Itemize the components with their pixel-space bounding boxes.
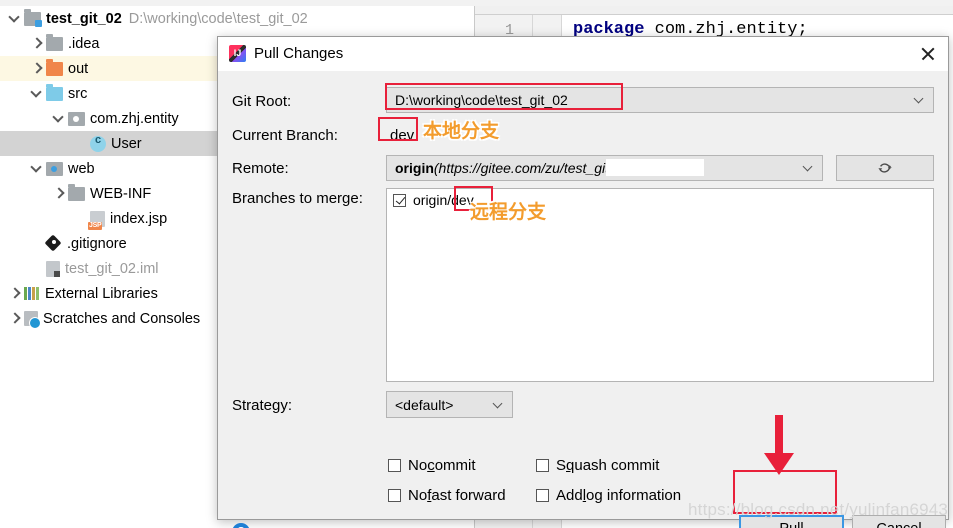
branch-list-item[interactable]: origin/dev: [387, 189, 933, 211]
folder-gray-icon: [68, 183, 85, 201]
checkbox-no-fast-forward[interactable]: No f ast forward: [388, 487, 506, 504]
dialog-title: Pull Changes: [254, 45, 344, 62]
checkbox-label-post: ommit: [434, 457, 476, 474]
checkbox-label-pre: No: [408, 487, 428, 504]
tree-item-label: .gitignore: [67, 235, 127, 252]
chevron-down-icon[interactable]: [30, 87, 43, 100]
git-root-label: Git Root:: [232, 93, 292, 110]
tree-item-label: src: [68, 85, 88, 102]
tree-item-label: .idea: [68, 35, 100, 52]
chevron-down-icon[interactable]: [8, 12, 21, 25]
tree-row[interactable]: test_git_02 D:\working\code\test_git_02: [0, 6, 474, 31]
tree-item-label: out: [68, 60, 89, 77]
cls-icon: [90, 134, 106, 152]
checkbox-add-log-information[interactable]: Add l og information: [536, 487, 681, 504]
branch-remote-prefix: origin/: [413, 192, 452, 208]
pull-changes-dialog: Pull Changes Git Root: D:\working\code\t…: [217, 36, 949, 528]
tree-item-label: test_git_02.iml: [65, 260, 159, 277]
branch-name: dev: [451, 192, 474, 208]
branches-listbox[interactable]: origin/dev: [386, 188, 934, 382]
checkbox-no-commit[interactable]: No c ommit: [388, 457, 476, 474]
remote-combobox[interactable]: origin(https://gitee.com/zu/test_git_02.…: [386, 155, 823, 181]
help-icon[interactable]: [232, 523, 250, 528]
chevron-right-icon[interactable]: [30, 37, 43, 50]
checkbox-label-mnemonic: q: [566, 457, 575, 474]
chevron-right-icon[interactable]: [8, 287, 21, 300]
chevron-down-icon[interactable]: [30, 162, 43, 175]
refresh-remotes-button[interactable]: [836, 155, 934, 181]
screenshot-root: test_git_02 D:\working\code\test_git_02 .i…: [0, 0, 953, 528]
chevron-down-icon: [915, 95, 924, 104]
close-icon[interactable]: [918, 44, 938, 64]
chevron-down-icon: [804, 163, 813, 172]
no-commit-box[interactable]: [388, 459, 401, 472]
cancel-button[interactable]: Cancel: [852, 515, 946, 528]
current-branch-label: Current Branch:: [232, 127, 338, 144]
pull-button[interactable]: Pull: [739, 515, 844, 528]
no-fast-forward-box[interactable]: [388, 489, 401, 502]
checkbox-label-pre: Add: [556, 487, 583, 504]
tree-item-label: Scratches and Consoles: [43, 310, 201, 327]
current-branch-value: dev: [390, 127, 415, 144]
tree-item-path: D:\working\code\test_git_02: [128, 10, 308, 27]
checkbox-label-pre: No: [408, 457, 428, 474]
pkg-icon: [68, 111, 85, 126]
iml-icon: [46, 260, 60, 277]
tree-item-label: WEB-INF: [90, 185, 152, 202]
checkbox-squash-commit[interactable]: Sq uash commit: [536, 457, 659, 474]
git-root-combobox[interactable]: D:\working\code\test_git_02: [386, 87, 934, 113]
squash-commit-box[interactable]: [536, 459, 549, 472]
folder-gray-icon: [46, 33, 63, 51]
jsp-icon: [88, 210, 105, 230]
tree-item-label: com.zhj.entity: [90, 110, 179, 127]
checkbox-label-post: ast forward: [431, 487, 506, 504]
checkbox-label-mnemonic: c: [427, 457, 435, 474]
dialog-body: Git Root: D:\working\code\test_git_02 Cu…: [218, 71, 948, 528]
tree-item-label: User: [111, 135, 142, 152]
tree-item-label: index.jsp: [110, 210, 168, 227]
dialog-titlebar: Pull Changes: [218, 37, 948, 71]
refresh-icon: [878, 163, 892, 173]
strategy-label: Strategy:: [232, 397, 293, 414]
strategy-combobox[interactable]: <default>: [386, 391, 513, 418]
folder-orange-icon: [46, 58, 63, 76]
chevron-down-icon[interactable]: [52, 112, 65, 125]
checkbox-label-post: og information: [586, 487, 682, 504]
tree-item-label: test_git_02: [46, 10, 122, 27]
intellij-idea-icon: [229, 45, 246, 62]
chevron-right-icon[interactable]: [8, 312, 21, 325]
editor-tab-strip: [475, 6, 953, 15]
tree-item-label: External Libraries: [45, 285, 158, 302]
strategy-value: <default>: [395, 396, 454, 413]
tree-item-label: web: [68, 160, 95, 177]
checkbox-label-pre: S: [556, 457, 567, 474]
chevron-down-icon: [494, 400, 503, 409]
scratch-icon: [24, 311, 41, 329]
remote-name: origin: [395, 160, 434, 176]
folder-gray-icon: [24, 8, 42, 27]
branches-to-merge-label: Branches to merge:: [232, 190, 363, 207]
web-icon: [46, 161, 63, 176]
folder-cyan-icon: [46, 83, 63, 101]
add-log-information-box[interactable]: [536, 489, 549, 502]
remote-label: Remote:: [232, 160, 289, 177]
lib-icon: [24, 286, 40, 301]
chevron-right-icon[interactable]: [30, 62, 43, 75]
checkbox-label-post: uash commit: [574, 457, 660, 474]
remote-url-prefix: (https://gitee.com/z: [433, 160, 553, 176]
chevron-right-icon[interactable]: [52, 187, 65, 200]
gitignore-icon: [46, 236, 62, 252]
branch-checkbox[interactable]: [393, 193, 406, 207]
git-root-value: D:\working\code\test_git_02: [395, 92, 568, 108]
redacted-username-block: [606, 159, 704, 176]
